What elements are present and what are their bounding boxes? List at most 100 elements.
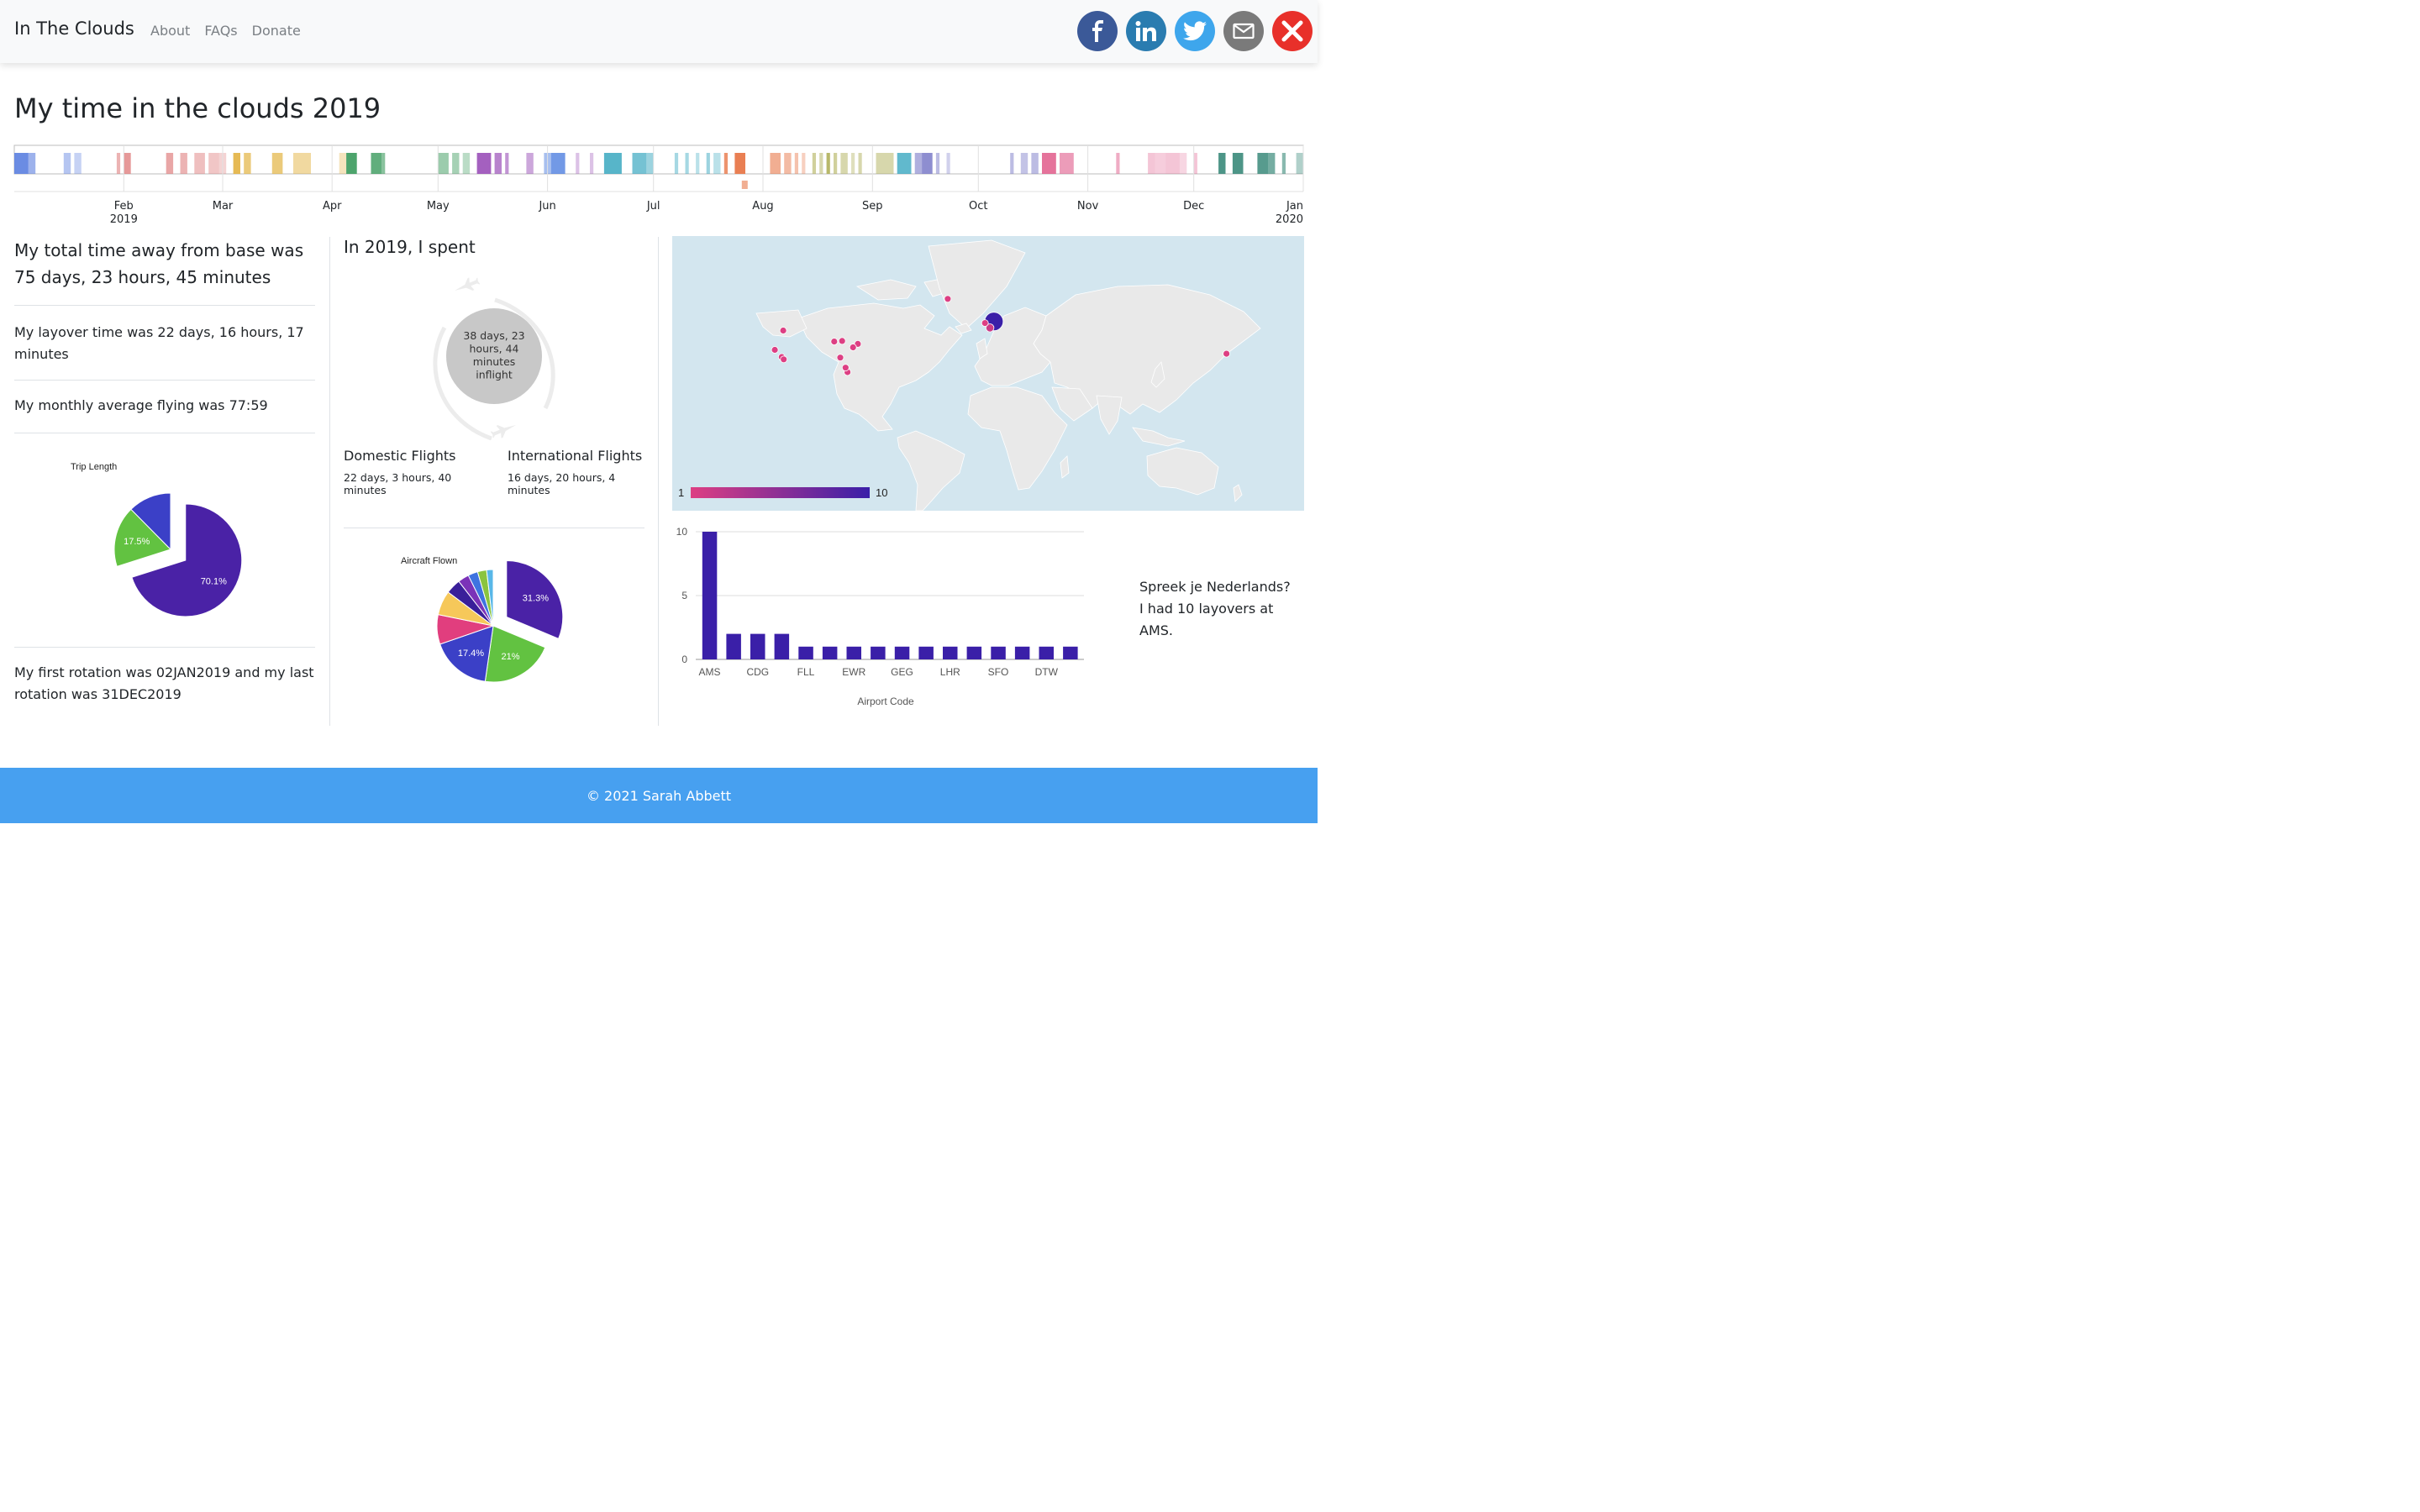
timeline-trip-bar[interactable]: [851, 153, 855, 174]
timeline-trip-bar[interactable]: [505, 153, 509, 174]
timeline-trip-bar[interactable]: [63, 153, 71, 174]
timeline-trip-bar[interactable]: [1257, 153, 1268, 174]
layover-point[interactable]: [771, 346, 779, 354]
timeline-trip-bar[interactable]: [381, 153, 386, 174]
timeline-trip-bar[interactable]: [685, 153, 689, 174]
timeline-trip-bar[interactable]: [632, 153, 647, 174]
timeline-trip-bar[interactable]: [741, 181, 748, 189]
timeline-trip-bar[interactable]: [646, 153, 654, 174]
world-map[interactable]: 1 10: [672, 236, 1304, 511]
timeline-trip-bar[interactable]: [371, 153, 382, 174]
layover-point[interactable]: [836, 354, 844, 362]
timeline-trip-bar[interactable]: [812, 153, 816, 174]
timeline-trip-bar[interactable]: [914, 153, 923, 174]
timeline-trip-bar[interactable]: [576, 153, 580, 174]
bar[interactable]: [774, 633, 790, 659]
timeline-trip-bar[interactable]: [713, 153, 721, 174]
bar[interactable]: [894, 646, 910, 659]
timeline-trip-bar[interactable]: [1042, 153, 1056, 174]
timeline-trip-bar[interactable]: [723, 153, 728, 174]
timeline-trip-bar[interactable]: [1031, 153, 1039, 174]
twitter-button[interactable]: [1175, 11, 1215, 51]
layover-map[interactable]: 1 10: [672, 236, 1304, 511]
bar[interactable]: [846, 646, 862, 659]
facebook-button[interactable]: [1077, 11, 1118, 51]
bar[interactable]: [1039, 646, 1055, 659]
timeline-trip-bar[interactable]: [876, 153, 894, 174]
timeline-trip-bar[interactable]: [124, 153, 131, 174]
timeline-trip-bar[interactable]: [819, 153, 823, 174]
bar[interactable]: [871, 646, 886, 659]
timeline-trip-bar[interactable]: [935, 153, 940, 174]
timeline-trip-bar[interactable]: [1116, 153, 1120, 174]
layover-point[interactable]: [780, 355, 788, 364]
timeline-trip-bar[interactable]: [1281, 153, 1286, 174]
timeline-trip-bar[interactable]: [674, 153, 679, 174]
bar[interactable]: [798, 646, 813, 659]
layover-point[interactable]: [944, 295, 952, 303]
bar[interactable]: [918, 646, 934, 659]
timeline-trip-bar[interactable]: [1193, 153, 1197, 174]
timeline-trip-bar[interactable]: [858, 153, 862, 174]
timeline-trip-bar[interactable]: [897, 153, 912, 174]
timeline-trip-bar[interactable]: [293, 153, 311, 174]
layover-point[interactable]: [1223, 349, 1230, 358]
timeline-trip-bar[interactable]: [922, 153, 933, 174]
timeline-trip-bar[interactable]: [834, 153, 838, 174]
timeline-trip-bar[interactable]: [946, 153, 950, 174]
timeline-trip-bar[interactable]: [1165, 153, 1180, 174]
bar[interactable]: [991, 646, 1006, 659]
timeline-trip-bar[interactable]: [526, 153, 534, 174]
timeline-trip-bar[interactable]: [208, 153, 219, 174]
bar[interactable]: [702, 532, 718, 659]
timeline-trip-bar[interactable]: [14, 153, 29, 174]
timeline-trip-bar[interactable]: [1010, 153, 1014, 174]
timeline-trip-bar[interactable]: [233, 153, 240, 174]
timeline-trip-bar[interactable]: [452, 153, 460, 174]
nav-link-faqs[interactable]: FAQs: [204, 23, 237, 39]
timeline-trip-bar[interactable]: [166, 153, 174, 174]
timeline-trip-bar[interactable]: [1232, 153, 1244, 174]
linkedin-button[interactable]: [1126, 11, 1166, 51]
timeline-trip-bar[interactable]: [1020, 153, 1028, 174]
timeline-trip-bar[interactable]: [180, 153, 187, 174]
timeline-trip-bar[interactable]: [462, 153, 471, 174]
layover-point[interactable]: [981, 319, 989, 327]
timeline-trip-bar[interactable]: [494, 153, 502, 174]
timeline-trip-bar[interactable]: [1179, 153, 1187, 174]
close-button[interactable]: [1272, 11, 1313, 51]
timeline-trip-bar[interactable]: [438, 153, 449, 174]
layover-point[interactable]: [779, 327, 787, 334]
timeline-trip-bar[interactable]: [346, 153, 357, 174]
timeline-trip-bar[interactable]: [784, 153, 792, 174]
bar[interactable]: [750, 633, 765, 659]
brand-link[interactable]: In The Clouds: [14, 18, 134, 39]
layover-point[interactable]: [849, 344, 857, 351]
layover-point[interactable]: [841, 364, 850, 372]
timeline-trip-bar[interactable]: [1155, 153, 1166, 174]
timeline-trip-bar[interactable]: [1060, 153, 1074, 174]
nav-link-about[interactable]: About: [150, 23, 190, 39]
timeline-trip-bar[interactable]: [1218, 153, 1226, 174]
bar[interactable]: [1014, 646, 1030, 659]
timeline-trip-bar[interactable]: [74, 153, 82, 174]
bar[interactable]: [943, 646, 958, 659]
bar[interactable]: [822, 646, 838, 659]
timeline-trip-bar[interactable]: [802, 153, 806, 174]
bar[interactable]: [726, 633, 741, 659]
timeline-trip-bar[interactable]: [1268, 153, 1276, 174]
timeline-trip-bar[interactable]: [734, 153, 745, 174]
timeline-trip-bar[interactable]: [706, 153, 710, 174]
timeline-trip-bar[interactable]: [840, 153, 848, 174]
timeline-trip-bar[interactable]: [794, 153, 798, 174]
layover-point[interactable]: [838, 337, 846, 345]
timeline-trip-bar[interactable]: [271, 153, 283, 174]
timeline-trip-bar[interactable]: [116, 153, 121, 174]
timeline-trip-bar[interactable]: [826, 153, 830, 174]
timeline-trip-bar[interactable]: [194, 153, 205, 174]
timeline-trip-bar[interactable]: [770, 153, 781, 174]
timeline-trip-bar[interactable]: [476, 153, 492, 174]
timeline-trip-bar[interactable]: [1148, 153, 1155, 174]
timeline-trip-bar[interactable]: [550, 153, 566, 174]
timeline-trip-bar[interactable]: [244, 153, 251, 174]
